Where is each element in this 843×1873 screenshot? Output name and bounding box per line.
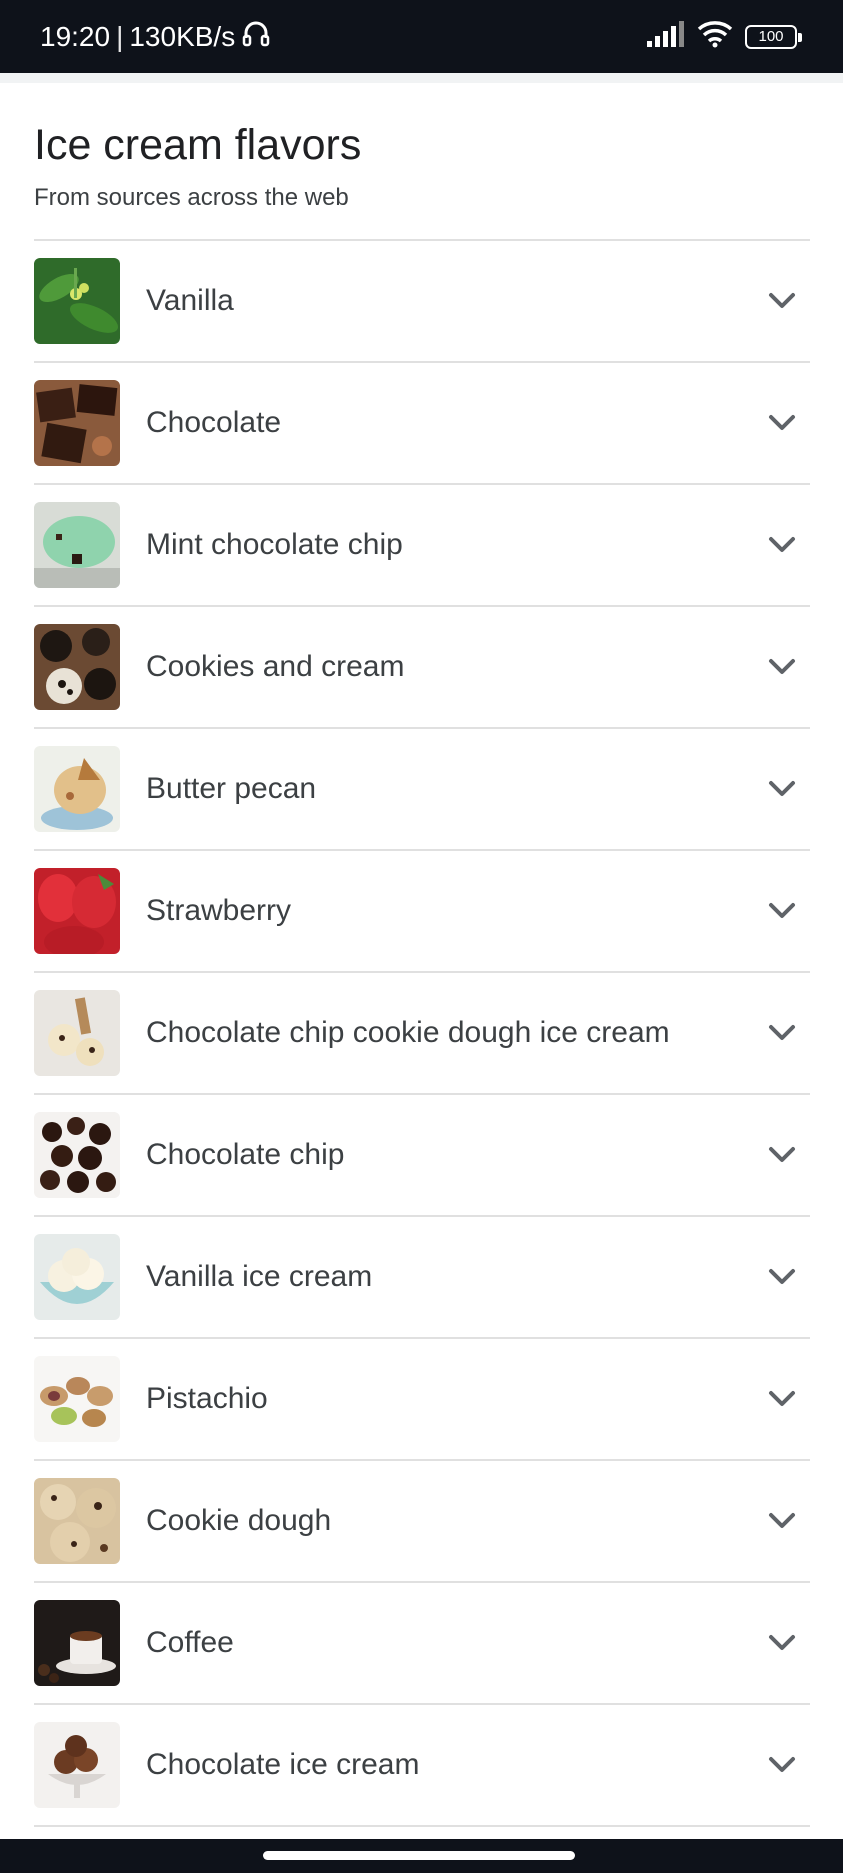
flavor-label: Cookie dough <box>146 1504 332 1537</box>
status-left: 19:20 | 130KB/s <box>40 18 271 55</box>
strawberry-thumbnail <box>34 868 120 954</box>
butter-pecan-thumbnail <box>34 746 120 832</box>
results-card: Ice cream flavors From sources across th… <box>34 83 810 1827</box>
chevron-down-icon[interactable] <box>762 891 802 931</box>
chevron-down-icon[interactable] <box>762 1257 802 1297</box>
flavor-item-chocolate[interactable]: Chocolate <box>34 363 810 485</box>
chevron-down-icon[interactable] <box>762 403 802 443</box>
battery-icon: 100 <box>745 24 802 49</box>
pistachio-thumbnail <box>34 1356 120 1442</box>
flavor-label: Chocolate chip <box>146 1138 345 1171</box>
flavor-label: Chocolate ice cream <box>146 1748 420 1781</box>
status-bar: 19:20 | 130KB/s 100 <box>0 0 843 73</box>
flavor-item-butter-pecan[interactable]: Butter pecan <box>34 729 810 851</box>
sheet-top-edge <box>0 73 843 83</box>
flavor-label: Chocolate <box>146 406 282 439</box>
flavor-label: Cookies and cream <box>146 650 405 683</box>
home-indicator[interactable] <box>263 1851 575 1860</box>
flavor-label: Chocolate chip cookie dough ice cream <box>146 1016 670 1049</box>
flavor-label: Mint chocolate chip <box>146 528 403 561</box>
chocolate-chip-thumbnail <box>34 1112 120 1198</box>
chocolate-thumbnail <box>34 380 120 466</box>
page-subtitle: From sources across the web <box>34 184 349 211</box>
flavor-item-cookies-and-cream[interactable]: Cookies and cream <box>34 607 810 729</box>
vanilla-ice-cream-thumbnail <box>34 1234 120 1320</box>
chevron-down-icon[interactable] <box>762 1745 802 1785</box>
chevron-down-icon[interactable] <box>762 1013 802 1053</box>
flavor-item-chocolate-chip-cookie-dough-ice-cream[interactable]: Chocolate chip cookie dough ice cream <box>34 973 810 1095</box>
signal-icon <box>645 21 685 52</box>
chevron-down-icon[interactable] <box>762 525 802 565</box>
chevron-down-icon[interactable] <box>762 1379 802 1419</box>
flavor-label: Coffee <box>146 1626 234 1659</box>
flavor-item-mint-chocolate-chip[interactable]: Mint chocolate chip <box>34 485 810 607</box>
network-speed: 130KB/s <box>129 20 236 52</box>
battery-level: 100 <box>758 27 784 45</box>
chevron-down-icon[interactable] <box>762 1135 802 1175</box>
mint-chocolate-chip-thumbnail <box>34 502 120 588</box>
flavor-item-pistachio[interactable]: Pistachio <box>34 1339 810 1461</box>
status-time: 19:20 <box>40 20 111 52</box>
chocolate-ice-cream-thumbnail <box>34 1722 120 1808</box>
cookies-and-cream-thumbnail <box>34 624 120 710</box>
flavor-item-vanilla-ice-cream[interactable]: Vanilla ice cream <box>34 1217 810 1339</box>
flavor-list: Vanilla Chocolate Mint chocolate chip Co… <box>34 241 810 1827</box>
page-title: Ice cream flavors <box>34 121 362 169</box>
flavor-item-strawberry[interactable]: Strawberry <box>34 851 810 973</box>
flavor-label: Butter pecan <box>146 772 317 805</box>
flavor-label: Vanilla ice cream <box>146 1260 373 1293</box>
coffee-thumbnail <box>34 1600 120 1686</box>
navigation-bar <box>0 1839 843 1873</box>
cookie-dough-ice-cream-thumbnail <box>34 990 120 1076</box>
flavor-item-chocolate-ice-cream[interactable]: Chocolate ice cream <box>34 1705 810 1827</box>
flavor-item-vanilla[interactable]: Vanilla <box>34 241 810 363</box>
flavor-item-coffee[interactable]: Coffee <box>34 1583 810 1705</box>
flavor-item-cookie-dough[interactable]: Cookie dough <box>34 1461 810 1583</box>
chevron-down-icon[interactable] <box>762 769 802 809</box>
chevron-down-icon[interactable] <box>762 1623 802 1663</box>
chevron-down-icon[interactable] <box>762 647 802 687</box>
flavor-item-chocolate-chip[interactable]: Chocolate chip <box>34 1095 810 1217</box>
vanilla-thumbnail <box>34 258 120 344</box>
wifi-icon <box>697 20 733 53</box>
flavor-label: Strawberry <box>146 894 292 927</box>
status-right: 100 <box>645 20 802 53</box>
flavor-label: Vanilla <box>146 284 234 317</box>
flavor-label: Pistachio <box>146 1382 268 1415</box>
chevron-down-icon[interactable] <box>762 1501 802 1541</box>
cookie-dough-thumbnail <box>34 1478 120 1564</box>
chevron-down-icon[interactable] <box>762 281 802 321</box>
status-separator: | <box>116 20 124 52</box>
headset-icon <box>241 18 271 55</box>
